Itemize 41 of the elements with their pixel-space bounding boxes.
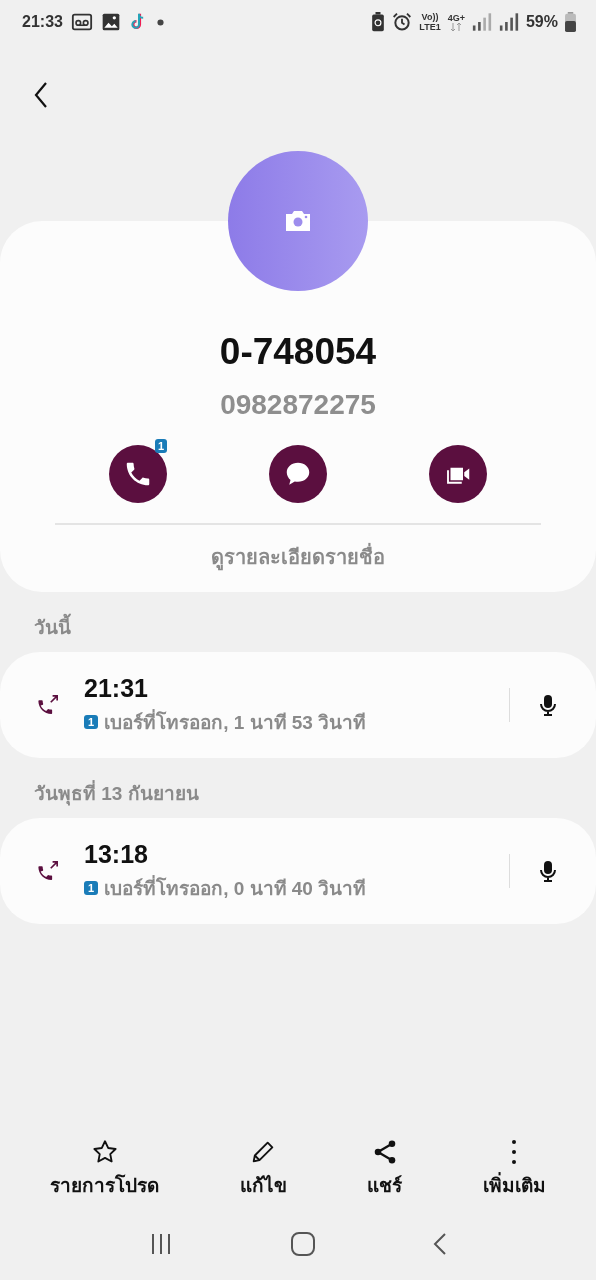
sim-badge: 1 <box>84 714 99 729</box>
phone-number: 0982872275 <box>220 389 376 421</box>
more-button[interactable]: เพิ่มเติม <box>476 1136 552 1202</box>
outgoing-call-icon <box>36 694 60 716</box>
battery-percentage: 59% <box>525 13 558 31</box>
video-button[interactable] <box>429 445 487 503</box>
signal-icon <box>471 13 492 31</box>
contact-name: 0-748054 <box>219 331 377 373</box>
share-button[interactable]: แชร์ <box>361 1136 409 1202</box>
call-time: 13:18 <box>84 839 149 869</box>
camera-icon <box>283 209 313 233</box>
call-log-entry[interactable]: 13:18 1 เบอร์ที่โทรออก, 0 นาที 40 วินาที <box>0 818 596 924</box>
dot-icon <box>156 18 164 26</box>
edit-button[interactable]: แก้ไข <box>233 1136 293 1202</box>
sim-badge: 1 <box>154 439 167 453</box>
volte-label: Vo)) <box>421 12 439 22</box>
signal-icon <box>498 13 519 31</box>
call-time: 21:31 <box>84 673 149 703</box>
clock-time: 21:33 <box>22 13 63 31</box>
outgoing-call-icon <box>36 860 60 882</box>
battery-icon <box>565 12 576 32</box>
data-arrows-icon <box>450 23 463 31</box>
back-icon[interactable] <box>433 1232 447 1256</box>
favorite-button[interactable]: รายการโปรด <box>44 1136 166 1202</box>
call-log-entry[interactable]: 21:31 1 เบอร์ที่โทรออก, 1 นาที 53 วินาที <box>0 652 596 758</box>
date-header: วันพุธที่ 13 กันยายน <box>0 758 233 818</box>
call-description: เบอร์ที่โทรออก, 0 นาที 40 วินาที <box>104 874 367 901</box>
voicemail-icon <box>70 11 93 33</box>
call-description: เบอร์ที่โทรออก, 1 นาที 53 วินาที <box>104 708 367 735</box>
lte-label: LTE1 <box>419 22 441 32</box>
back-button[interactable] <box>34 82 48 108</box>
battery-saver-icon <box>371 12 386 32</box>
image-icon <box>100 12 121 32</box>
home-icon[interactable] <box>291 1232 315 1256</box>
network-label: 4G+ <box>447 13 465 23</box>
more-icon <box>512 1140 517 1164</box>
message-button[interactable] <box>269 445 327 503</box>
sim-badge: 1 <box>84 880 99 895</box>
recent-apps-icon[interactable] <box>149 1232 173 1256</box>
alarm-icon <box>392 12 413 32</box>
date-header: วันนี้ <box>0 592 105 652</box>
